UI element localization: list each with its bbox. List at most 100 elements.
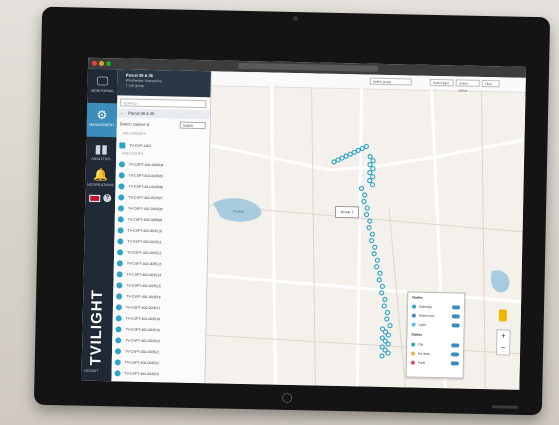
light-marker[interactable] <box>364 205 370 211</box>
light-marker[interactable] <box>339 155 345 161</box>
light-marker[interactable] <box>366 225 372 231</box>
light-marker[interactable] <box>376 277 382 283</box>
list-item[interactable]: TV-CSPT-401-003506 <box>118 181 206 193</box>
light-marker[interactable] <box>335 157 341 163</box>
legend-toggle[interactable] <box>451 314 460 319</box>
switch-select[interactable]: Switch <box>179 121 206 130</box>
list-item[interactable]: TV-CSPT-402-003504 <box>118 159 207 171</box>
light-marker[interactable] <box>382 296 388 303</box>
list-item[interactable]: TV-CSPT-402-003522 <box>114 357 203 369</box>
light-marker[interactable] <box>385 341 391 347</box>
light-marker[interactable] <box>331 159 337 165</box>
light-marker[interactable] <box>385 350 391 356</box>
list-item[interactable]: TV-CSPT-402-003523 <box>114 368 202 380</box>
list-item[interactable]: TV-CSPT-402-003507 <box>118 192 206 204</box>
search-input[interactable]: SEARCH <box>120 98 207 109</box>
light-marker[interactable] <box>363 211 370 218</box>
list-item[interactable]: TV-CSPT-402-003519 <box>115 324 203 336</box>
filter-dropdown[interactable]: Filter <box>481 79 500 88</box>
light-marker[interactable] <box>351 149 357 155</box>
zoom-in-button[interactable]: + <box>497 330 509 342</box>
nav-item-notifications[interactable]: 🔔 NOTIFICATIONS <box>85 163 116 198</box>
light-marker[interactable] <box>367 162 373 168</box>
list-item[interactable]: TV-CSPT-401-003516 <box>116 291 204 303</box>
light-marker[interactable] <box>385 332 392 338</box>
legend-row[interactable]: Switch box <box>411 312 462 321</box>
light-marker[interactable] <box>370 166 376 172</box>
back-arrow-icon[interactable]: ← <box>120 110 124 115</box>
list-item[interactable]: TV-CSPT-402-003508 <box>117 203 206 215</box>
minimize-dot-icon[interactable] <box>98 60 105 67</box>
light-marker[interactable] <box>361 198 367 205</box>
nav-item-monitoring[interactable]: 🖵 MONITORING <box>87 69 118 104</box>
light-marker[interactable] <box>367 154 373 160</box>
back-row[interactable]: ← Parcel 39 & 35 <box>116 108 211 120</box>
light-marker[interactable] <box>379 353 385 359</box>
list-item[interactable]: TV-CSPT-402-003514 <box>116 269 205 281</box>
map-callout[interactable]: Group 1 <box>334 205 360 219</box>
light-marker[interactable] <box>343 153 349 159</box>
legend-row[interactable]: Gateway <box>411 303 462 312</box>
legend-row[interactable]: Fault <box>410 359 461 368</box>
list-item[interactable]: TV-CSPT-402-003518 <box>115 313 204 325</box>
light-markers[interactable] <box>328 143 396 359</box>
list-item[interactable]: TV-CSPT-402-003511 <box>117 236 205 248</box>
light-marker[interactable] <box>370 174 376 180</box>
light-marker[interactable] <box>363 143 369 150</box>
list-item[interactable]: TV-CSPT-402-003513 <box>116 258 205 270</box>
light-marker[interactable] <box>384 316 390 322</box>
uk-flag-icon[interactable] <box>89 194 101 202</box>
list-item[interactable]: TV-CSPT-402-003505 <box>118 170 207 182</box>
list-item[interactable]: TV-CSPT-402-003517 <box>115 302 204 314</box>
light-marker[interactable] <box>379 283 386 290</box>
legend-toggle[interactable] <box>450 352 460 357</box>
legend-row[interactable]: ON <box>411 341 461 350</box>
map-canvas[interactable]: Ponds <box>205 85 525 390</box>
light-marker[interactable] <box>370 158 376 164</box>
zoom-out-button[interactable]: − <box>497 342 509 354</box>
light-marker[interactable] <box>377 270 383 276</box>
nav-item-management[interactable]: ⚙ MANAGEMENT <box>86 102 118 138</box>
legend-toggle[interactable] <box>451 323 460 328</box>
light-marker[interactable] <box>359 145 365 152</box>
street-view-icon[interactable] <box>498 309 507 322</box>
light-marker[interactable] <box>369 231 375 237</box>
address-bar[interactable] <box>237 62 379 72</box>
legend-row[interactable]: Light <box>411 321 462 330</box>
light-marker[interactable] <box>379 290 385 296</box>
light-marker[interactable] <box>358 185 365 192</box>
list-item[interactable]: TV-CSPT-402-003510 <box>117 225 205 237</box>
close-dot-icon[interactable] <box>91 60 98 66</box>
legend-toggle[interactable] <box>451 343 460 348</box>
list-item[interactable]: TV-CSPT-402-003521 <box>114 346 203 358</box>
maximize-dot-icon[interactable] <box>105 61 112 67</box>
list-item-group[interactable]: TV-CSP-1402 <box>119 140 207 152</box>
help-icon[interactable]: ? <box>103 194 112 203</box>
light-marker[interactable] <box>362 192 368 198</box>
light-marker[interactable] <box>384 309 391 316</box>
light-marker[interactable] <box>387 322 393 329</box>
light-marker[interactable] <box>372 244 378 250</box>
legend-toggle[interactable] <box>450 361 459 366</box>
light-marker[interactable] <box>371 251 377 257</box>
logout-link[interactable]: LOGOUT <box>83 369 109 380</box>
group-dropdown[interactable]: Select group <box>369 77 412 86</box>
light-marker[interactable] <box>367 218 373 224</box>
light-marker[interactable] <box>369 182 376 188</box>
map-view[interactable]: Select group Select light Select status … <box>205 71 526 390</box>
light-marker[interactable] <box>368 238 375 244</box>
legend-row[interactable]: No data <box>410 350 461 359</box>
light-marker[interactable] <box>347 151 353 157</box>
light-marker[interactable] <box>374 264 380 270</box>
light-dropdown[interactable]: Select light <box>429 78 454 87</box>
list-item[interactable]: TV-CSPT-402-003509 <box>117 214 206 226</box>
status-dropdown[interactable]: Select status <box>455 79 480 93</box>
list-item[interactable]: TV-CSPT-402-003512 <box>117 247 205 259</box>
list-item[interactable]: TV-CSPT-402-003515 <box>116 280 204 292</box>
light-marker[interactable] <box>367 170 373 176</box>
legend-toggle[interactable] <box>451 305 461 310</box>
light-marker[interactable] <box>374 257 380 263</box>
light-marker[interactable] <box>367 178 373 184</box>
light-marker[interactable] <box>381 303 387 309</box>
list-item[interactable]: TV-CSPT-402-003520 <box>115 335 203 347</box>
